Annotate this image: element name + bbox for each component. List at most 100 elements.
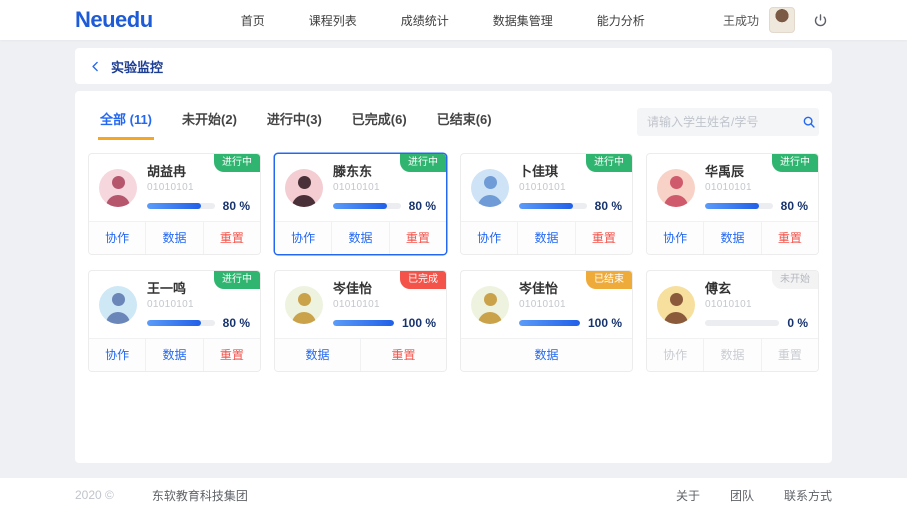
- neuedu-logo: Neuedu: [75, 7, 153, 33]
- student-card[interactable]: 滕东东 01010101 80 % 进行中 协作数据重置: [274, 153, 447, 255]
- card-action-reset[interactable]: 重置: [389, 222, 446, 254]
- card-action-reset[interactable]: 重置: [203, 339, 260, 371]
- card-action-btn[interactable]: 协作: [275, 222, 331, 254]
- search-icon[interactable]: [802, 115, 816, 129]
- card-actions: 协作数据重置: [89, 221, 260, 254]
- student-id: 01010101: [147, 298, 250, 311]
- nav-item-3[interactable]: 数据集管理: [493, 12, 553, 29]
- nav-item-1[interactable]: 课程列表: [309, 12, 357, 29]
- status-badge: 进行中: [400, 154, 446, 172]
- progress-percent: 80 %: [223, 199, 250, 213]
- tab-0[interactable]: 全部 (11): [98, 103, 154, 140]
- status-badge: 进行中: [586, 154, 632, 172]
- progress-bar: [519, 320, 580, 326]
- card-action-btn[interactable]: 数据: [145, 222, 202, 254]
- student-id: 01010101: [705, 181, 808, 194]
- student-card-grid: 胡益冉 01010101 80 % 进行中 协作数据重置 滕东东 0101010…: [88, 153, 819, 372]
- status-badge: 已结束: [586, 271, 632, 289]
- progress-bar: [333, 203, 401, 209]
- student-id: 01010101: [147, 181, 250, 194]
- user-avatar[interactable]: [769, 7, 795, 33]
- student-id: 01010101: [705, 298, 808, 311]
- progress-percent: 80 %: [781, 199, 808, 213]
- card-action-btn[interactable]: 协作: [461, 222, 517, 254]
- card-action-btn[interactable]: 协作: [89, 222, 145, 254]
- student-card[interactable]: 王一鸣 01010101 80 % 进行中 协作数据重置: [88, 270, 261, 372]
- student-card[interactable]: 胡益冉 01010101 80 % 进行中 协作数据重置: [88, 153, 261, 255]
- experiment-monitor-panel: 全部 (11) 未开始(2) 进行中(3) 已完成(6) 已结束(6) 胡益冉 0101…: [75, 91, 832, 463]
- card-action-btn[interactable]: 数据: [461, 339, 632, 371]
- tab-2[interactable]: 进行中(3): [265, 103, 324, 140]
- nav-item-0[interactable]: 首页: [241, 12, 265, 29]
- breadcrumb: 实验监控: [75, 48, 832, 84]
- card-action-btn[interactable]: 数据: [703, 222, 760, 254]
- progress-bar: [333, 320, 394, 326]
- student-avatar: [99, 169, 137, 207]
- student-avatar: [99, 286, 137, 324]
- status-badge: 未开始: [772, 271, 818, 289]
- company-name: 东软教育科技集团: [152, 487, 248, 504]
- progress-percent: 100 %: [402, 316, 436, 330]
- card-actions: 数据重置: [275, 338, 446, 371]
- student-card[interactable]: 华禹辰 01010101 80 % 进行中 协作数据重置: [646, 153, 819, 255]
- nav-item-2[interactable]: 成绩统计: [401, 12, 449, 29]
- footer-link-1[interactable]: 团队: [730, 487, 754, 504]
- status-badge: 进行中: [214, 271, 260, 289]
- status-badge: 已完成: [400, 271, 446, 289]
- card-action-btn[interactable]: 数据: [517, 222, 574, 254]
- back-chevron-icon[interactable]: [89, 60, 102, 73]
- progress-bar: [705, 320, 779, 326]
- progress-bar: [705, 203, 773, 209]
- card-action-reset[interactable]: 重置: [761, 222, 818, 254]
- card-actions: 协作数据重置: [647, 221, 818, 254]
- tab-3[interactable]: 已完成(6): [350, 103, 409, 140]
- tab-4[interactable]: 已结束(6): [435, 103, 494, 140]
- main-nav: 首页 课程列表 成绩统计 数据集管理 能力分析: [241, 12, 645, 29]
- student-card[interactable]: 卜佳琪 01010101 80 % 进行中 协作数据重置: [460, 153, 633, 255]
- footer-link-0[interactable]: 关于: [676, 487, 700, 504]
- page-footer: 2020 © 东软教育科技集团 关于团队联系方式: [0, 478, 907, 512]
- tab-1[interactable]: 未开始(2): [180, 103, 239, 140]
- card-actions: 协作数据重置: [647, 338, 818, 371]
- student-avatar: [471, 286, 509, 324]
- student-avatar: [657, 286, 695, 324]
- user-name: 王成功: [723, 12, 759, 29]
- card-actions: 协作数据重置: [275, 221, 446, 254]
- footer-links: 关于 团队 联系方式: [676, 487, 832, 504]
- student-avatar: [471, 169, 509, 207]
- footer-link-2[interactable]: 联系方式: [784, 487, 832, 504]
- nav-item-4[interactable]: 能力分析: [597, 12, 645, 29]
- status-tabs: 全部 (11) 未开始(2) 进行中(3) 已完成(6) 已结束(6): [88, 103, 494, 140]
- card-action-btn: 协作: [647, 339, 703, 371]
- progress-percent: 80 %: [409, 199, 436, 213]
- progress-percent: 80 %: [595, 199, 622, 213]
- card-action-reset: 重置: [761, 339, 818, 371]
- student-id: 01010101: [519, 181, 622, 194]
- student-avatar: [285, 169, 323, 207]
- progress-bar: [147, 203, 215, 209]
- power-logout-icon[interactable]: [805, 9, 835, 31]
- card-action-btn: 数据: [703, 339, 760, 371]
- progress-percent: 0 %: [787, 316, 808, 330]
- card-action-btn[interactable]: 协作: [89, 339, 145, 371]
- progress-bar: [147, 320, 215, 326]
- student-avatar: [657, 169, 695, 207]
- card-actions: 协作数据重置: [461, 221, 632, 254]
- student-card[interactable]: 傅玄 01010101 0 % 未开始 协作数据重置: [646, 270, 819, 372]
- card-action-btn[interactable]: 数据: [145, 339, 202, 371]
- card-action-reset[interactable]: 重置: [360, 339, 446, 371]
- card-action-btn[interactable]: 协作: [647, 222, 703, 254]
- card-action-reset[interactable]: 重置: [575, 222, 632, 254]
- card-actions: 数据: [461, 338, 632, 371]
- student-card[interactable]: 岑佳怡 01010101 100 % 已完成 数据重置: [274, 270, 447, 372]
- student-search-input[interactable]: [647, 115, 802, 129]
- student-id: 01010101: [333, 181, 436, 194]
- status-badge: 进行中: [214, 154, 260, 172]
- card-action-btn[interactable]: 数据: [275, 339, 360, 371]
- student-card[interactable]: 岑佳怡 01010101 100 % 已结束 数据: [460, 270, 633, 372]
- card-action-reset[interactable]: 重置: [203, 222, 260, 254]
- progress-bar: [519, 203, 587, 209]
- card-action-btn[interactable]: 数据: [331, 222, 388, 254]
- student-id: 01010101: [333, 298, 436, 311]
- top-header: Neuedu 首页 课程列表 成绩统计 数据集管理 能力分析 王成功: [0, 0, 907, 40]
